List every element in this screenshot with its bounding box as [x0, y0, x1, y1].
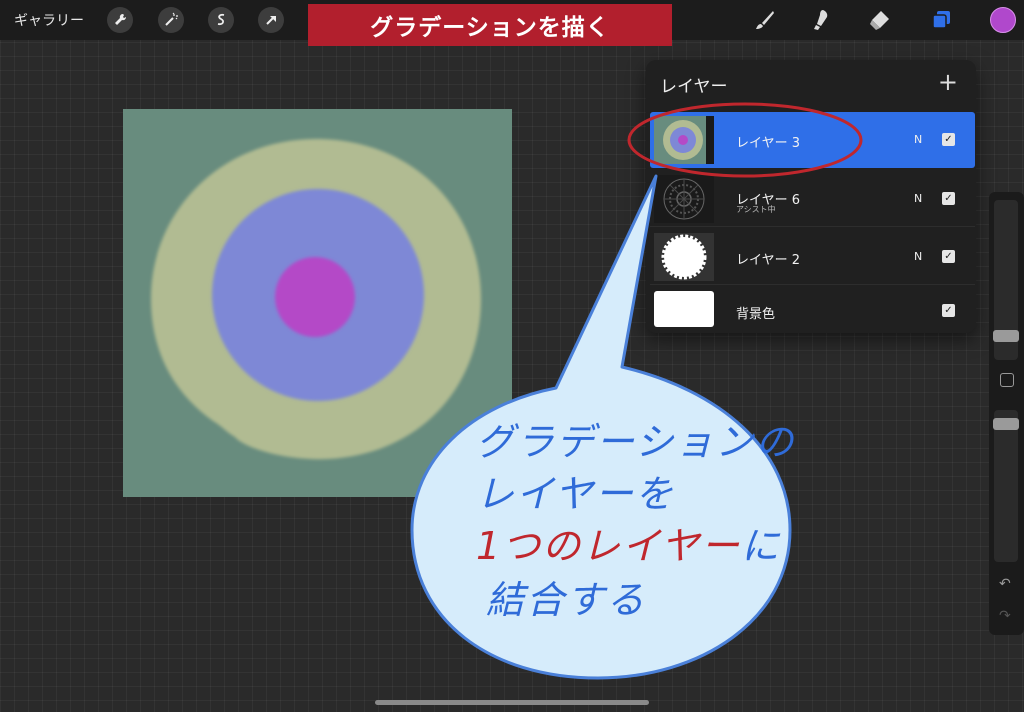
layer-row-background[interactable]: 背景色 ✓ — [650, 285, 975, 341]
modify-button[interactable] — [1000, 373, 1014, 387]
wrench-icon — [115, 13, 127, 25]
eraser-icon — [870, 11, 889, 30]
add-layer-button[interactable]: + — [938, 70, 958, 94]
brush-icon — [756, 11, 774, 29]
color-picker-button[interactable] — [990, 7, 1016, 33]
mandala-thumbnail-art — [663, 178, 705, 220]
opacity-slider[interactable] — [994, 410, 1018, 562]
smudge-button[interactable] — [808, 7, 834, 33]
assist-label: アシスト中 — [736, 205, 776, 214]
layer-row-6[interactable]: レイヤー 6 アシスト中 N ✓ — [650, 171, 975, 227]
callout-line-3: 1つのレイヤーに — [476, 520, 781, 572]
adjustments-button[interactable] — [158, 7, 184, 33]
brush-sidebar: ↶ ↷ — [989, 192, 1024, 635]
visibility-checkbox[interactable]: ✓ — [942, 250, 955, 263]
selection-button[interactable] — [208, 7, 234, 33]
callout-line-2: レイヤーを — [476, 472, 675, 516]
layers-panel: レイヤー + レイヤー 3 N ✓ レイヤー 6 アシスト中 N ✓ レイヤー … — [646, 60, 976, 333]
home-indicator — [375, 700, 649, 705]
actions-button[interactable] — [107, 7, 133, 33]
drawing-canvas[interactable] — [123, 109, 512, 497]
magic-wand-icon — [165, 12, 178, 26]
blend-mode-button[interactable]: N — [914, 192, 922, 205]
brush-size-thumb[interactable] — [993, 330, 1019, 342]
divider — [650, 226, 975, 227]
visibility-checkbox[interactable]: ✓ — [942, 192, 955, 205]
gallery-button[interactable]: ギャラリー — [14, 10, 84, 30]
layers-panel-title: レイヤー — [660, 77, 728, 97]
layer-name: 背景色 — [736, 307, 776, 322]
layer-name: レイヤー 2 — [736, 253, 801, 268]
layer-row-2[interactable]: レイヤー 2 N ✓ — [650, 229, 975, 285]
layer-3-thumbnail-art — [663, 116, 714, 164]
white-pattern-thumbnail-art — [661, 234, 707, 280]
brush-button[interactable] — [752, 7, 778, 33]
blend-mode-button[interactable]: N — [914, 250, 922, 263]
redo-button[interactable]: ↷ — [999, 608, 1011, 624]
transform-arrow-icon — [266, 16, 276, 25]
opacity-thumb[interactable] — [993, 418, 1019, 430]
callout-line-4: 結合する — [486, 578, 647, 622]
smudge-icon — [814, 10, 828, 30]
callout-line-3-rest: に — [741, 524, 782, 568]
undo-button[interactable]: ↶ — [999, 576, 1011, 592]
transform-button[interactable] — [258, 7, 284, 33]
layer-thumbnail[interactable] — [654, 233, 714, 281]
layers-button[interactable] — [928, 7, 954, 33]
blend-mode-button[interactable]: N — [914, 133, 922, 146]
callout-line-1: グラデーションの — [476, 420, 796, 464]
selection-icon — [217, 13, 225, 26]
layers-icon — [932, 11, 950, 29]
layer-thumbnail[interactable] — [654, 175, 714, 223]
title-banner: グラデーションを描く — [308, 4, 672, 46]
background-color-swatch[interactable] — [654, 291, 714, 327]
canvas-artwork — [151, 139, 481, 460]
eraser-button[interactable] — [866, 7, 892, 33]
layer-row-3[interactable]: レイヤー 3 N ✓ — [650, 112, 975, 168]
visibility-checkbox[interactable]: ✓ — [942, 304, 955, 317]
callout-highlight: 1つのレイヤー — [476, 524, 742, 568]
layer-name: レイヤー 3 — [736, 136, 801, 151]
visibility-checkbox[interactable]: ✓ — [942, 133, 955, 146]
layer-thumbnail[interactable] — [654, 116, 714, 164]
